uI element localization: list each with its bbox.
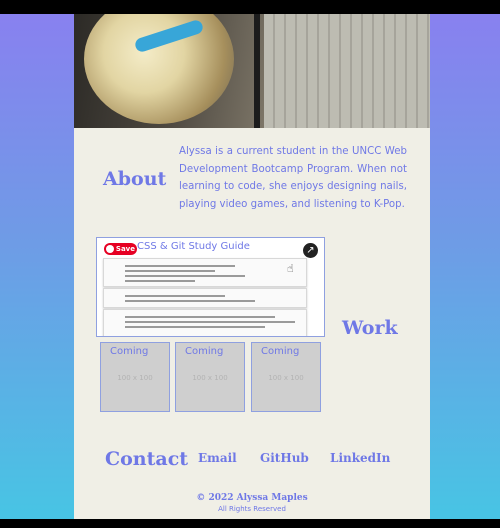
placeholder-label: Coming (185, 346, 224, 357)
placeholder-size: 100 x 100 (192, 374, 228, 382)
placeholder-label: Coming (110, 346, 149, 357)
study-guide-line (125, 280, 195, 282)
study-guide-line (125, 321, 295, 323)
github-link[interactable]: GitHub (260, 451, 309, 465)
email-link[interactable]: Email (198, 451, 237, 465)
work-heading: Work (342, 317, 398, 339)
pinterest-save-button[interactable]: Save (104, 243, 137, 255)
featured-project-title[interactable]: CSS & Git Study Guide (137, 241, 250, 252)
study-guide-line (125, 275, 245, 277)
about-heading: About (103, 168, 167, 190)
study-guide-sheet (103, 288, 307, 308)
hero-photo (74, 14, 430, 128)
about-text: Alyssa is a current student in the UNCC … (179, 146, 407, 210)
share-icon[interactable]: ↗ (303, 243, 318, 258)
hero-hair (84, 14, 234, 124)
hero-window-rail (254, 14, 260, 128)
study-guide-line (125, 295, 225, 297)
hand-cursor-icon: ☝ (287, 262, 294, 275)
study-guide-line (125, 316, 275, 318)
hero-window-blinds (264, 14, 430, 128)
project-placeholder[interactable]: Coming 100 x 100 (251, 342, 321, 412)
top-letterbox-bar (0, 0, 500, 14)
placeholder-size: 100 x 100 (117, 374, 153, 382)
project-placeholder[interactable]: Coming 100 x 100 (100, 342, 170, 412)
rights-text: All Rights Reserved (218, 505, 286, 513)
bottom-letterbox-bar (0, 519, 500, 528)
featured-project-card[interactable]: CSS & Git Study Guide Save ↗ ☝ (96, 237, 325, 337)
placeholder-label: Coming (261, 346, 300, 357)
study-guide-sheet (103, 258, 307, 287)
study-guide-line (125, 326, 265, 328)
copyright-text: © 2022 Alyssa Maples (196, 493, 308, 503)
project-placeholder[interactable]: Coming 100 x 100 (175, 342, 245, 412)
placeholder-size: 100 x 100 (268, 374, 304, 382)
study-guide-sheet (103, 309, 307, 336)
portfolio-page: About Alyssa is a current student in the… (74, 14, 430, 519)
save-label: Save (115, 245, 135, 253)
pinterest-save-icon (106, 245, 114, 253)
study-guide-line (125, 300, 255, 302)
linkedin-link[interactable]: LinkedIn (330, 451, 390, 465)
study-guide-line (125, 265, 235, 267)
contact-heading: Contact (105, 448, 189, 470)
study-guide-line (125, 270, 215, 272)
